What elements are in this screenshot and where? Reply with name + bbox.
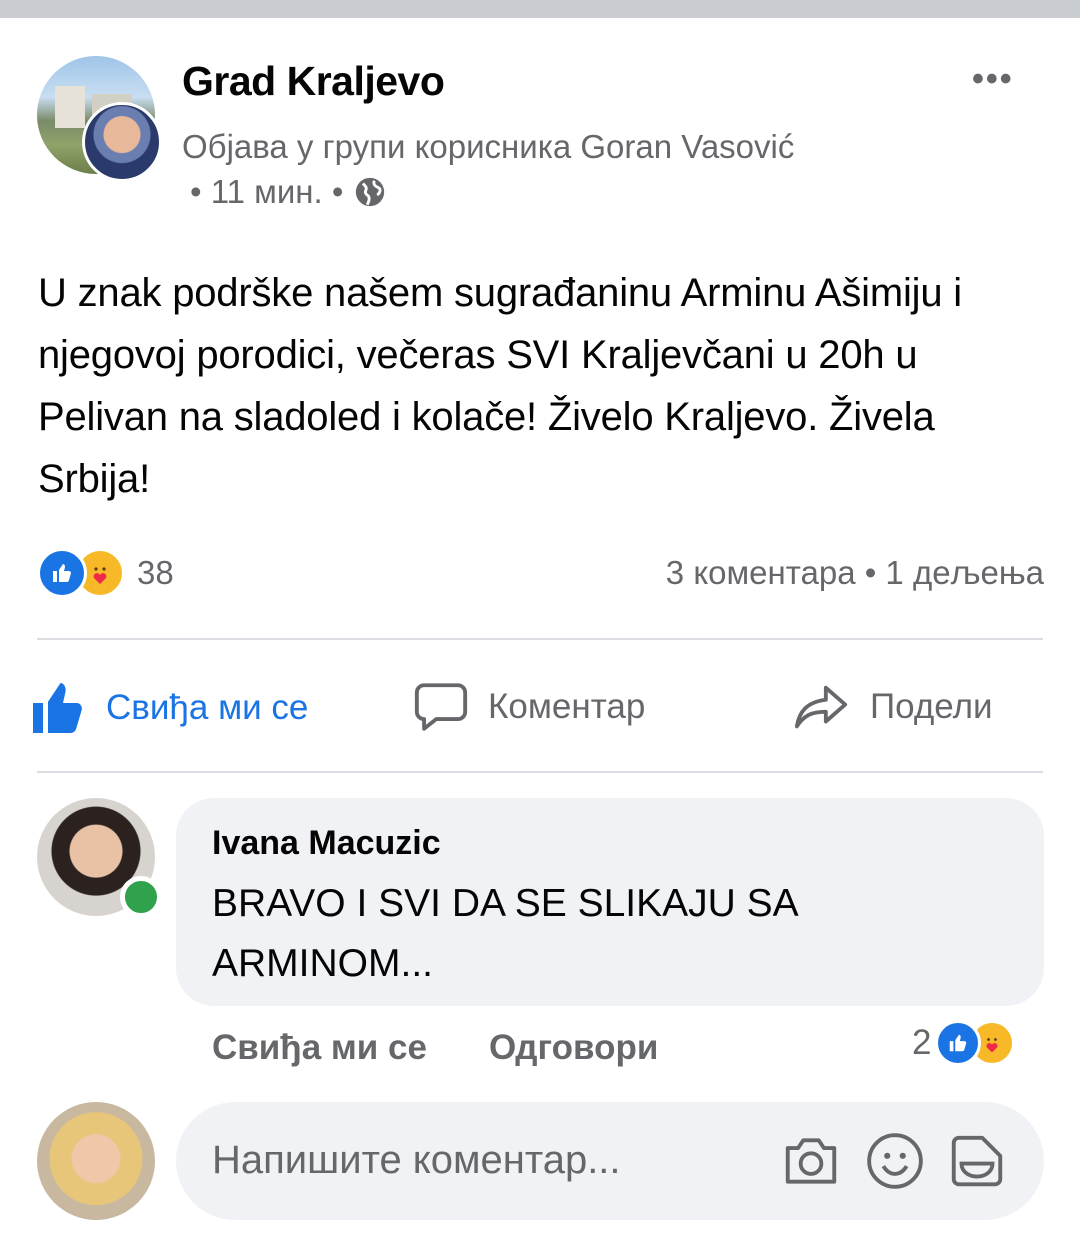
comment-reactions[interactable]: 2 (912, 1020, 1016, 1066)
poster-avatar[interactable] (82, 102, 162, 182)
emoji-icon[interactable] (864, 1130, 926, 1192)
reaction-count: 38 (137, 554, 174, 591)
thumbs-up-icon (33, 683, 82, 733)
comment-actions: Свиђа ми се Одговори (212, 1028, 658, 1068)
comment-input-placeholder: Напишите коментар... (212, 1138, 621, 1182)
top-edge (0, 0, 1080, 18)
comment-author[interactable]: Ivana Macuzic (212, 824, 441, 863)
online-indicator (120, 876, 162, 918)
globe-icon (356, 177, 385, 207)
more-options-icon[interactable]: ••• (972, 60, 1014, 99)
sticker-icon[interactable] (946, 1130, 1008, 1192)
camera-icon[interactable] (780, 1130, 842, 1192)
like-button[interactable]: Свиђа ми се (28, 678, 308, 738)
share-button[interactable]: Подели (790, 678, 993, 736)
current-user-avatar (37, 1102, 155, 1220)
post-time: • 11 мин. • (190, 173, 344, 210)
comment-icon (414, 683, 468, 731)
post-author[interactable]: Grad Kraljevo (182, 58, 445, 105)
comment-reply-button[interactable]: Одговори (489, 1028, 658, 1068)
like-reaction-icon (37, 548, 87, 598)
share-label: Подели (870, 687, 993, 726)
like-reaction-icon (935, 1020, 982, 1066)
comment-reaction-count: 2 (912, 1023, 932, 1062)
comment-like-button[interactable]: Свиђа ми се (212, 1028, 427, 1068)
comment-button[interactable]: Коментар (412, 678, 645, 736)
post-stats[interactable]: 3 коментара • 1 дељења (666, 554, 1044, 592)
comment-label: Коментар (488, 687, 646, 726)
post-group-line: Објава у групи корисника Goran Vasović (182, 128, 795, 165)
divider (37, 638, 1043, 640)
post-body: U znak podrške našem sugrađaninu Arminu … (38, 271, 962, 501)
divider (37, 771, 1043, 773)
post-reactions[interactable]: 38 (37, 548, 174, 598)
post-meta: • 11 мин. • (190, 173, 387, 211)
like-label: Свиђа ми се (106, 688, 309, 727)
comment-text: BRAVO I SVI DA SE SLIKAJU SA ARMINOM... (212, 882, 797, 985)
share-icon (794, 685, 848, 729)
